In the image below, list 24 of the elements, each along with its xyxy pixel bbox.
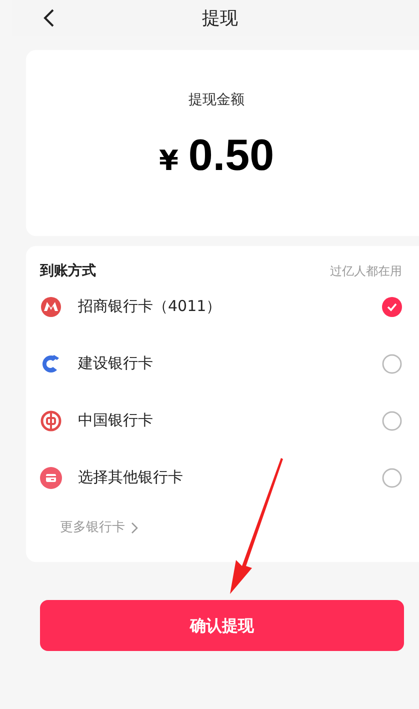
radio-checked-icon[interactable] [382,296,402,316]
radio-icon[interactable] [382,354,402,374]
card-icon [40,466,62,488]
chevron-right-icon [131,522,138,534]
section-note: 过亿人都在用 [330,263,402,280]
section-title: 到账方式 [40,262,96,280]
bank-logo-icon [40,352,62,374]
radio-icon[interactable] [382,410,402,430]
back-icon[interactable] [43,8,55,28]
bank-logo-icon [40,410,62,432]
confirm-button[interactable]: 确认提现 [40,600,404,651]
amount-value: 0.50 [188,130,274,182]
radio-icon[interactable] [382,468,402,488]
bank-option[interactable]: 建设银行卡 [40,335,402,392]
bank-option[interactable]: 招商银行卡（4011） [40,278,402,335]
bank-option[interactable]: 中国银行卡 [40,392,402,449]
bank-name: 建设银行卡 [78,353,154,374]
bank-name: 中国银行卡 [78,410,154,432]
bank-logo-icon [40,296,62,318]
currency-symbol: ¥ [158,143,178,179]
bank-name: 选择其他银行卡 [78,467,184,488]
page-title: 提现 [202,6,238,30]
bank-name: 招商银行卡（4011） [78,296,222,318]
amount-label: 提现金额 [188,91,244,110]
